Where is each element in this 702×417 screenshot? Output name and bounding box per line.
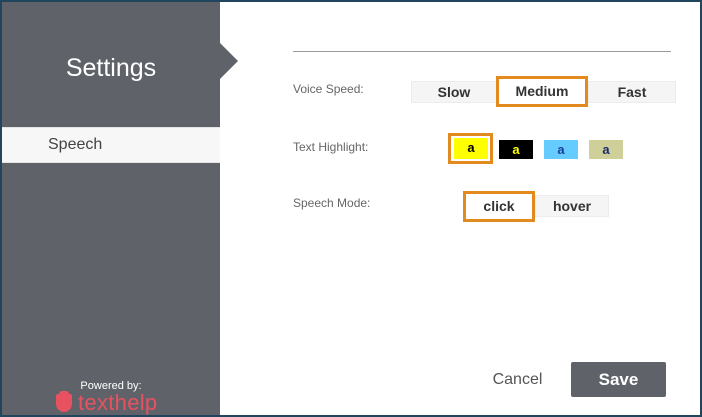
highlight-blue-swatch[interactable]: a [544,140,578,159]
texthelp-logo-icon [56,391,72,412]
highlight-yellow-swatch[interactable]: a [454,138,488,159]
sidebar-item-speech[interactable]: Speech [2,127,220,163]
speech-mode-label: Speech Mode: [293,196,371,210]
speech-mode-click-button[interactable]: click [463,191,535,222]
sidebar: Settings Speech Powered by: texthelp [2,2,220,415]
texthelp-logo: texthelp [56,390,158,415]
save-button[interactable]: Save [571,362,666,397]
brand-name: texthelp [78,390,158,415]
voice-speed-fast-button[interactable]: Fast [588,81,676,103]
sidebar-pointer-arrow [220,43,238,79]
speech-mode-hover-button[interactable]: hover [535,195,609,217]
voice-speed-medium-button[interactable]: Medium [496,76,588,107]
text-highlight-label: Text Highlight: [293,140,369,154]
cancel-button[interactable]: Cancel [480,364,555,396]
voice-speed-label: Voice Speed: [293,82,364,96]
header-divider [293,51,671,52]
highlight-black-swatch[interactable]: a [499,140,533,159]
sidebar-title: Settings [65,54,157,82]
highlight-khaki-swatch[interactable]: a [589,140,623,159]
voice-speed-slow-button[interactable]: Slow [411,81,497,103]
settings-dialog: Settings Speech Powered by: texthelp Voi… [0,0,702,417]
